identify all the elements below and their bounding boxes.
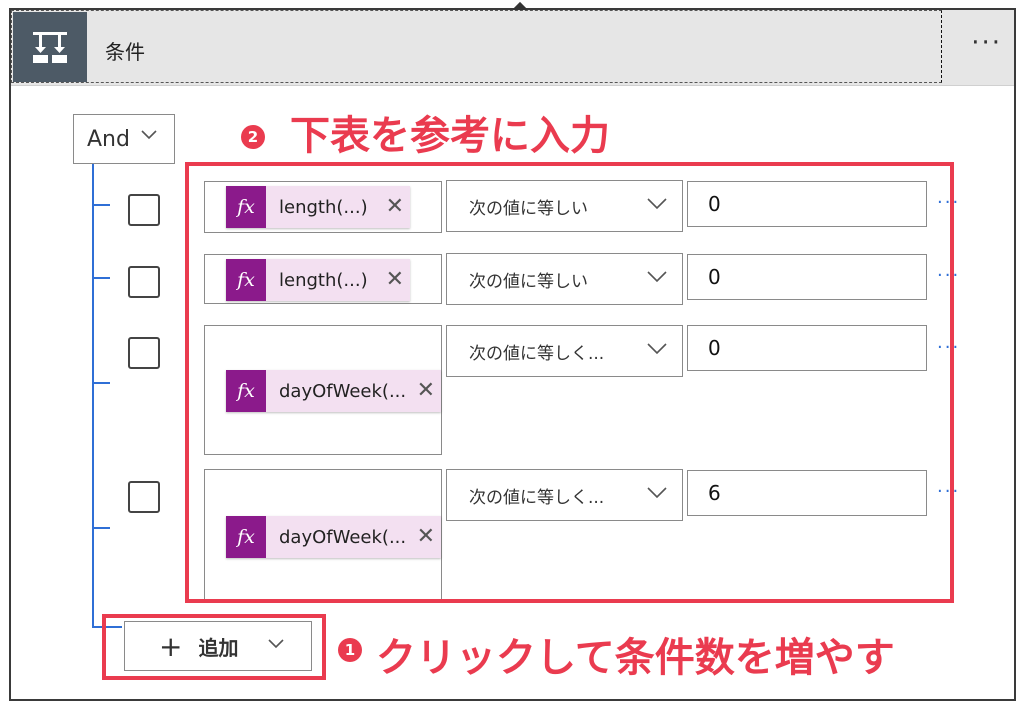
tree-branch (92, 204, 110, 206)
tree-branch (92, 277, 110, 279)
header-focus-outline (11, 10, 942, 83)
annotation-text-1: クリックして条件数を増やす (376, 635, 895, 681)
group-operator-label: And (87, 126, 130, 152)
row-checkbox[interactable] (128, 266, 160, 298)
more-icon[interactable]: ··· (971, 28, 1002, 58)
condition-icon-graphic (33, 32, 67, 63)
row-checkbox[interactable] (128, 194, 160, 226)
group-operator-select[interactable]: And (73, 114, 175, 164)
row-checkbox[interactable] (128, 337, 160, 369)
chevron-down-icon (141, 130, 157, 140)
annotation-badge-2: 2 (241, 125, 265, 149)
card-title: 条件 (105, 40, 145, 64)
annotation-badge-1: 1 (338, 638, 362, 662)
tree-branch (92, 527, 110, 529)
tree-branch (92, 382, 110, 384)
annotation-box-inputs (185, 162, 954, 603)
tree-line (92, 164, 94, 628)
annotation-text-2: 下表を参考に入力 (290, 113, 610, 159)
card-header[interactable]: 条件 ··· (11, 10, 1014, 86)
condition-icon (13, 12, 87, 82)
row-checkbox[interactable] (128, 481, 160, 513)
annotation-box-add (102, 614, 326, 680)
